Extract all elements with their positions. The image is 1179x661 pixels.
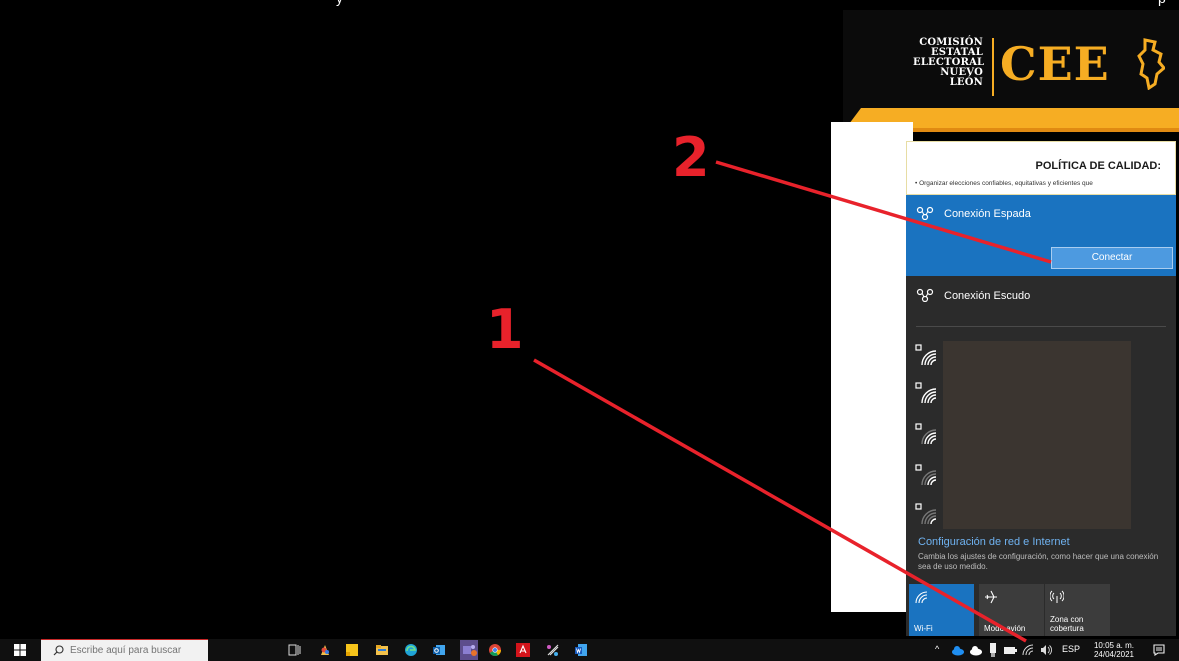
battery-icon[interactable]	[1003, 644, 1017, 656]
vpn-icon	[916, 206, 934, 220]
annotation-step-2: 2	[672, 126, 710, 189]
secured-wifi-icon[interactable]	[914, 463, 938, 487]
wifi-icon	[915, 591, 928, 604]
teams-icon[interactable]	[460, 640, 478, 660]
search-icon	[53, 645, 64, 656]
nuevo-leon-map-icon	[1137, 38, 1165, 90]
logo-abbreviation: CEE	[1000, 37, 1110, 91]
secured-wifi-icon[interactable]	[914, 502, 938, 526]
mobile-hotspot-tile[interactable]: Zona con cobertura	[1045, 584, 1110, 636]
clock-time: 10:05 a. m.	[1093, 641, 1135, 650]
quality-title: POLÍTICA DE CALIDAD:	[1035, 160, 1161, 172]
action-center-icon[interactable]	[1153, 644, 1165, 656]
task-view-icon[interactable]	[288, 643, 302, 657]
taskbar-search-box[interactable]	[41, 639, 208, 661]
network-settings-description: Cambia los ajustes de configuración, com…	[918, 552, 1159, 571]
airplane-icon	[985, 590, 997, 604]
wifi-tray-icon[interactable]	[1022, 644, 1034, 656]
airplane-mode-tile[interactable]: Modo avión	[979, 584, 1044, 636]
secured-wifi-icon[interactable]	[914, 343, 938, 367]
text-fragment: y	[336, 0, 343, 6]
search-input[interactable]	[70, 645, 205, 656]
quality-policy-notice: POLÍTICA DE CALIDAD: • Organizar eleccio…	[906, 141, 1176, 195]
logo-divider	[992, 38, 994, 96]
wifi-toggle-tile[interactable]: Wi-Fi	[909, 584, 974, 636]
system-clock[interactable]: 10:05 a. m. 24/04/2021	[1089, 641, 1139, 659]
connect-button[interactable]: Conectar	[1051, 247, 1173, 269]
snip-icon[interactable]	[546, 643, 560, 657]
secured-wifi-icon[interactable]	[914, 381, 938, 405]
document-page	[831, 122, 913, 612]
annotation-step-1: 1	[486, 298, 524, 361]
network-settings-link[interactable]: Configuración de red e Internet	[918, 536, 1070, 548]
onedrive-personal-icon[interactable]	[969, 644, 983, 656]
text-fragment: p	[1158, 0, 1166, 6]
edge-icon[interactable]	[404, 643, 418, 657]
show-hidden-icons-icon[interactable]: ^	[935, 644, 939, 654]
file-explorer-icon[interactable]	[375, 643, 389, 657]
secured-wifi-icon[interactable]	[914, 422, 938, 446]
input-language-indicator[interactable]: ESP	[1062, 644, 1080, 654]
quality-bullet: • Organizar elecciones confiables, equit…	[915, 180, 1093, 187]
tile-label: Wi-Fi	[914, 624, 933, 633]
top-text-fragment: y p	[0, 0, 1179, 6]
hotspot-icon	[1050, 590, 1064, 603]
word-icon[interactable]	[574, 643, 588, 657]
tile-label: Modo avión	[984, 624, 1026, 633]
vpn-connection-espada[interactable]: Conexión Espada Conectar	[906, 195, 1176, 276]
tile-label: Zona con cobertura	[1050, 615, 1084, 633]
clock-date: 24/04/2021	[1093, 650, 1135, 659]
volume-icon[interactable]	[1040, 644, 1052, 656]
vpn-connection-name: Conexión Espada	[944, 208, 1031, 220]
network-flyout: Conexión Espada Conectar Conexión Escudo	[906, 195, 1176, 636]
usb-device-icon[interactable]	[988, 643, 998, 657]
vpn-connection-escudo[interactable]: Conexión Escudo	[906, 277, 1176, 321]
taskbar: ^ ESP 10:05 a. m. 24/04/2021	[0, 639, 1179, 661]
sticky-notes-icon[interactable]	[345, 643, 359, 657]
acrobat-icon[interactable]	[516, 643, 530, 657]
onedrive-icon[interactable]	[951, 644, 965, 656]
logo-wordmark: COMISIÓN ESTATAL ELECTORAL NUEVO LEÓN	[913, 37, 985, 88]
divider	[916, 326, 1166, 327]
outlook-icon[interactable]	[432, 643, 446, 657]
chrome-icon[interactable]	[488, 643, 502, 657]
vpn-icon	[916, 288, 934, 302]
paint-icon[interactable]	[318, 643, 332, 657]
vpn-connection-name: Conexión Escudo	[944, 290, 1031, 302]
windows-start-icon[interactable]	[14, 644, 26, 656]
redacted-network-names	[943, 341, 1131, 529]
